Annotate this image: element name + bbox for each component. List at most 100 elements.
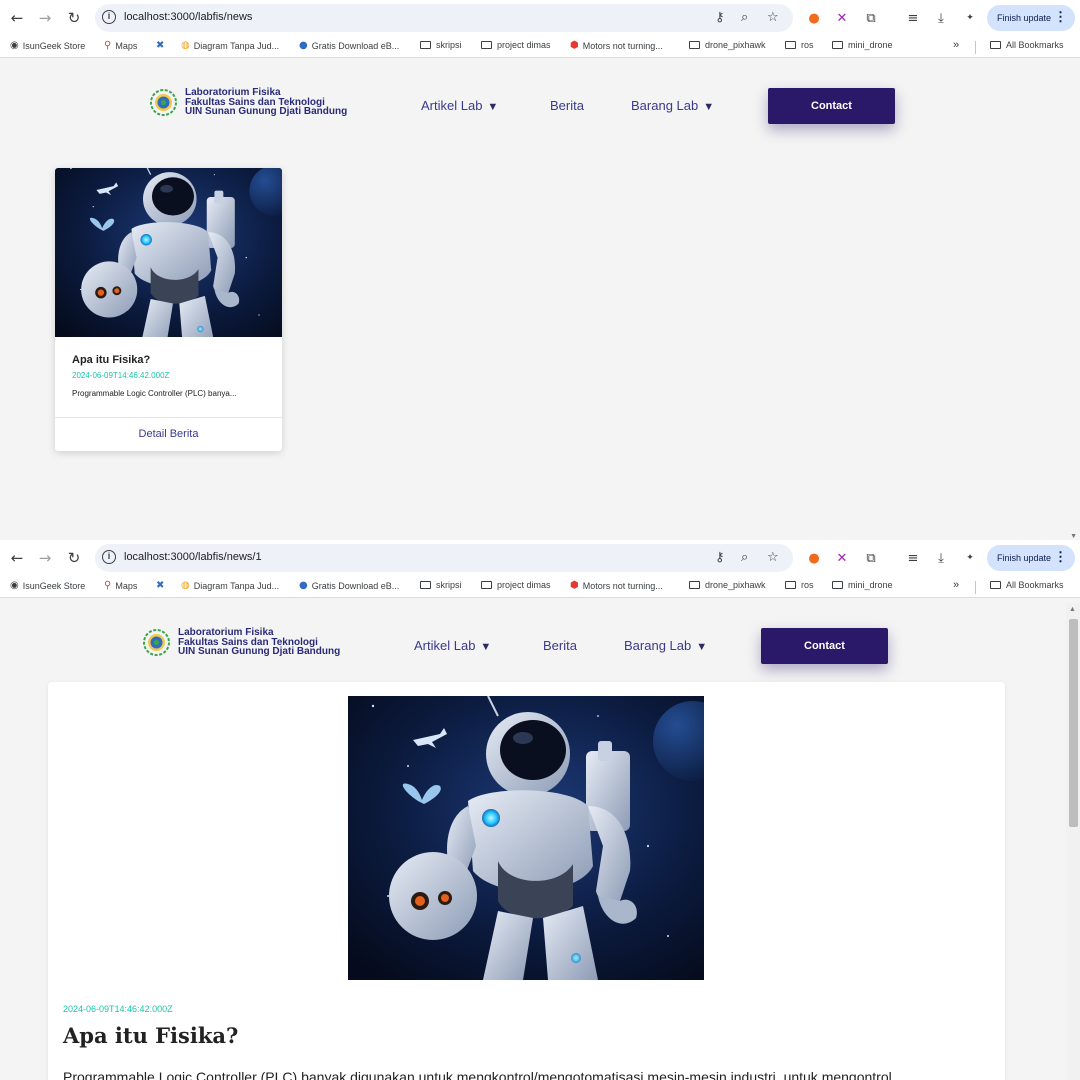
sparkle-icon[interactable]: ✦ xyxy=(961,9,979,27)
bookmark-isungeek[interactable]: ◉ IsunGeek Store xyxy=(10,580,85,591)
bookmark-label: skripsi xyxy=(436,40,462,50)
scroll-up-arrow-icon[interactable]: ▲ xyxy=(1069,606,1076,613)
more-bookmarks-icon[interactable]: » xyxy=(953,579,959,591)
nav-barang-lab[interactable]: Barang Lab ▼ xyxy=(624,638,707,653)
folder-icon xyxy=(832,41,843,49)
bookmark-maps[interactable]: ⚲ Maps xyxy=(104,580,137,591)
finish-update-button[interactable]: Finish update ⋮ xyxy=(987,5,1075,31)
bookmark-x-extension[interactable]: ✖ xyxy=(156,40,168,51)
news-detail-image xyxy=(348,696,704,980)
lab-logo-icon[interactable] xyxy=(143,629,170,656)
forward-arrow-icon[interactable]: → xyxy=(34,547,56,569)
extensions-puzzle-icon[interactable]: ⧉ xyxy=(862,9,880,27)
media-queue-icon[interactable]: ≡ xyxy=(904,9,922,27)
nav-artikel-lab-label: Artikel Lab xyxy=(414,638,476,653)
extension-x-icon[interactable]: ✕ xyxy=(833,549,851,567)
logo-text[interactable]: Laboratorium Fisika Fakultas Sains dan T… xyxy=(185,88,347,117)
site-info-icon[interactable]: i xyxy=(102,550,116,564)
bookmark-star-icon[interactable]: ☆ xyxy=(767,550,779,565)
scrollbar-thumb[interactable] xyxy=(1069,619,1078,827)
bookmark-x-extension[interactable]: ✖ xyxy=(156,580,168,591)
bookmark-mini-drone[interactable]: mini_drone xyxy=(832,580,893,590)
zoom-icon[interactable]: ⌕ xyxy=(741,550,748,565)
dropdown-caret-icon: ▼ xyxy=(480,641,492,653)
media-queue-icon[interactable]: ≡ xyxy=(904,549,922,567)
bookmark-label: drone_pixhawk xyxy=(705,580,766,590)
news-card-image xyxy=(55,168,282,337)
contact-button[interactable]: Contact xyxy=(761,628,888,664)
bookmark-label: Motors not turning... xyxy=(582,40,663,51)
news-card-title: Apa itu Fisika? xyxy=(72,354,151,366)
folder-icon xyxy=(689,581,700,589)
news-detail-body: Programmable Logic Controller (PLC) bany… xyxy=(63,1069,892,1080)
extensions-puzzle-icon[interactable]: ⧉ xyxy=(862,549,880,567)
address-bar[interactable]: i localhost:3000/labfis/news/1 ⚷ ⌕ ☆ xyxy=(95,544,793,572)
bookmark-project-dimas[interactable]: project dimas xyxy=(481,40,551,50)
bookmark-maps[interactable]: ⚲ Maps xyxy=(104,40,137,51)
bookmark-skripsi[interactable]: skripsi xyxy=(420,580,462,590)
url-text[interactable]: localhost:3000/labfis/news xyxy=(124,11,252,23)
bookmark-label: IsunGeek Store xyxy=(22,40,86,51)
finish-update-button[interactable]: Finish update ⋮ xyxy=(987,545,1075,571)
key-icon[interactable]: ⚷ xyxy=(715,10,725,25)
all-bookmarks[interactable]: All Bookmarks xyxy=(990,40,1064,50)
bookmark-gratis-download[interactable]: ● Gratis Download eB... xyxy=(299,40,399,51)
forward-arrow-icon[interactable]: → xyxy=(34,7,56,29)
nav-artikel-lab[interactable]: Artikel Lab ▼ xyxy=(414,638,491,653)
download-icon[interactable]: ⤓ xyxy=(932,9,950,27)
bookmark-mini-drone[interactable]: mini_drone xyxy=(832,40,893,50)
scroll-down-arrow-icon[interactable]: ▼ xyxy=(1070,533,1077,540)
site-info-icon[interactable]: i xyxy=(102,10,116,24)
dropdown-caret-icon: ▼ xyxy=(703,101,715,113)
zoom-icon[interactable]: ⌕ xyxy=(741,10,748,25)
all-bookmarks-label: All Bookmarks xyxy=(1006,40,1064,50)
logo-text[interactable]: Laboratorium Fisika Fakultas Sains dan T… xyxy=(178,628,340,657)
contact-button[interactable]: Contact xyxy=(768,88,895,124)
bookmark-isungeek[interactable]: ◉ IsunGeek Store xyxy=(10,40,85,51)
bookmark-diagram[interactable]: ◍ Diagram Tanpa Jud... xyxy=(181,580,279,591)
all-bookmarks[interactable]: All Bookmarks xyxy=(990,580,1064,590)
back-arrow-icon[interactable]: ← xyxy=(6,547,28,569)
reload-icon[interactable]: ↻ xyxy=(63,547,85,569)
url-text[interactable]: localhost:3000/labfis/news/1 xyxy=(124,551,262,563)
bookmark-project-dimas[interactable]: project dimas xyxy=(481,580,551,590)
logo-line-3: UIN Sunan Gunung Djati Bandung xyxy=(185,106,348,117)
nav-artikel-lab[interactable]: Artikel Lab ▼ xyxy=(421,98,498,113)
key-icon[interactable]: ⚷ xyxy=(715,550,725,565)
sparkle-icon[interactable]: ✦ xyxy=(961,549,979,567)
all-bookmarks-label: All Bookmarks xyxy=(1006,580,1064,590)
dropdown-caret-icon: ▼ xyxy=(696,641,708,653)
bookmark-drone-pixhawk[interactable]: drone_pixhawk xyxy=(689,40,766,50)
page-viewport: Laboratorium Fisika Fakultas Sains dan T… xyxy=(0,603,1080,1080)
nav-berita[interactable]: Berita xyxy=(550,98,584,113)
menu-dots-icon[interactable]: ⋮ xyxy=(1054,9,1067,25)
address-bar[interactable]: i localhost:3000/labfis/news ⚷ ⌕ ☆ xyxy=(95,4,793,32)
bookmark-label: drone_pixhawk xyxy=(705,40,766,50)
finish-update-label: Finish update xyxy=(997,13,1052,23)
bookmark-gratis-download[interactable]: ● Gratis Download eB... xyxy=(299,580,399,591)
bookmark-motors[interactable]: ⬢ Motors not turning... xyxy=(570,40,663,51)
bookmark-ros[interactable]: ros xyxy=(785,40,814,50)
lab-logo-icon[interactable] xyxy=(150,89,177,116)
bookmark-motors[interactable]: ⬢ Motors not turning... xyxy=(570,580,663,591)
extension-orange-icon[interactable]: ● xyxy=(805,549,823,567)
diagram-icon: ◍ xyxy=(181,580,190,591)
reload-icon[interactable]: ↻ xyxy=(63,7,85,29)
download-icon[interactable]: ⤓ xyxy=(932,549,950,567)
bookmark-diagram[interactable]: ◍ Diagram Tanpa Jud... xyxy=(181,40,279,51)
extension-orange-icon[interactable]: ● xyxy=(805,9,823,27)
menu-dots-icon[interactable]: ⋮ xyxy=(1054,549,1067,565)
detail-berita-link[interactable]: Detail Berita xyxy=(55,428,282,440)
nav-berita[interactable]: Berita xyxy=(543,638,577,653)
extension-x-icon[interactable]: ✕ xyxy=(833,9,851,27)
bookmark-drone-pixhawk[interactable]: drone_pixhawk xyxy=(689,580,766,590)
nav-barang-lab[interactable]: Barang Lab ▼ xyxy=(631,98,714,113)
bookmark-skripsi[interactable]: skripsi xyxy=(420,40,462,50)
more-bookmarks-icon[interactable]: » xyxy=(953,39,959,51)
bookmark-star-icon[interactable]: ☆ xyxy=(767,10,779,25)
bookmark-ros[interactable]: ros xyxy=(785,580,814,590)
page-scrollbar[interactable]: ▲ xyxy=(1066,603,1080,1080)
back-arrow-icon[interactable]: ← xyxy=(6,7,28,29)
bookmark-label: project dimas xyxy=(497,580,551,590)
site-header: Laboratorium Fisika Fakultas Sains dan T… xyxy=(0,603,1080,688)
